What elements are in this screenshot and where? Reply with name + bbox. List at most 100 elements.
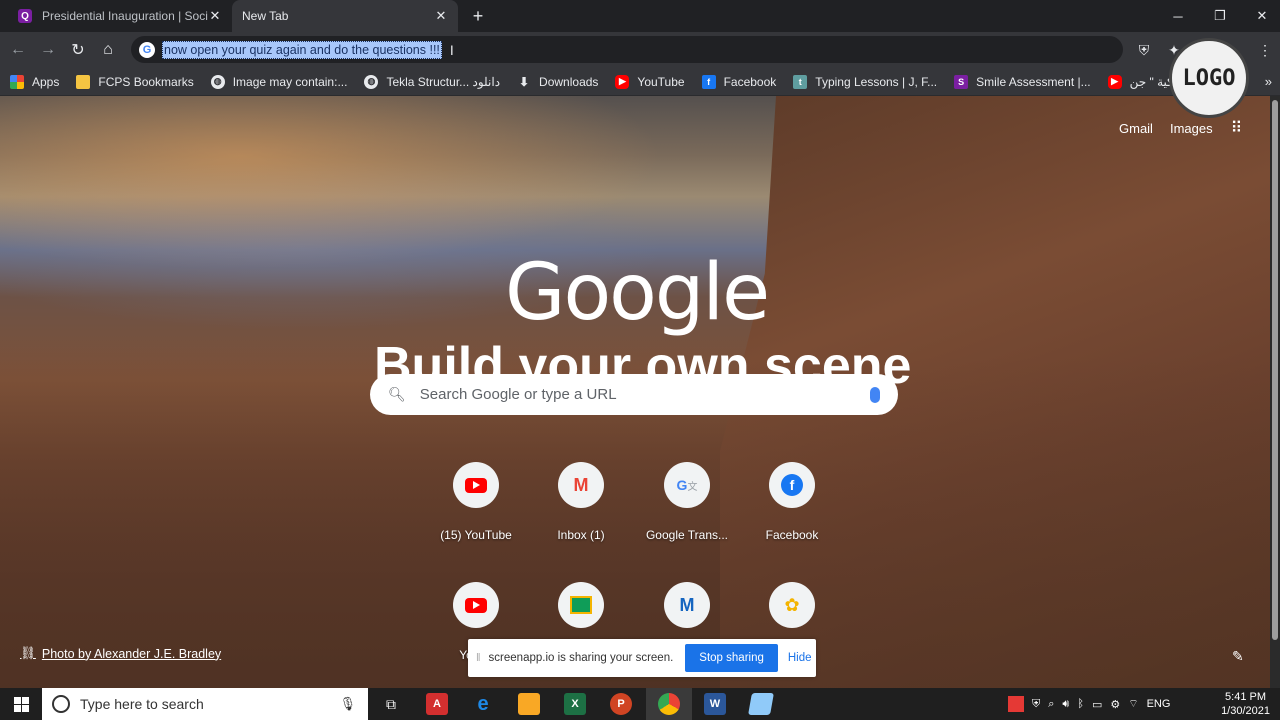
bookmark-label: Smile Assessment |... [976,74,1091,89]
bookmark-label: YouTube [637,74,685,89]
acrobat-icon[interactable]: A [414,688,460,720]
folder-icon [76,74,91,89]
social-favicon-icon: Q [18,9,32,23]
overlay-logo: LOGO [1169,38,1249,118]
forward-arrow-icon[interactable]: → [36,38,60,62]
youtube-icon: ▶ [1107,74,1122,89]
bookmark-label: Typing Lessons | J, F... [815,74,938,89]
top-links: Gmail Images ⠿ [1119,118,1242,138]
home-icon[interactable]: ⌂ [96,38,120,62]
shortcut-facebook[interactable]: f Facebook [736,460,848,560]
excel-icon[interactable]: X [552,688,598,720]
images-link[interactable]: Images [1170,121,1213,136]
close-window-icon[interactable]: ✕ [1240,0,1280,32]
bluetooth-icon[interactable]: ᛒ [1077,698,1084,710]
omnibox-selected-text[interactable]: now open your quiz again and do the ques… [162,40,442,59]
globe-icon: ◍ [210,74,225,89]
shortcut-label: Facebook [765,528,819,542]
new-tab-page: Gmail Images ⠿ Google Build your own sce… [0,96,1270,688]
bookmark-apps[interactable]: Apps [10,74,59,89]
tab-title: New Tab [242,9,289,23]
tab-new-tab[interactable]: New Tab ✕ [232,0,458,32]
taskbar-search[interactable]: Type here to search 🎙︎ [42,688,368,720]
restore-icon[interactable]: ❐ [1198,0,1242,32]
extension-shield-icon[interactable]: ⛨ [1134,40,1154,60]
facebook-icon: f [769,462,815,508]
close-tab-icon[interactable]: ✕ [434,8,448,24]
google-apps-grid-icon[interactable]: ⠿ [1231,118,1243,138]
reload-icon[interactable]: ↻ [66,38,90,62]
shortcut-google-translate[interactable]: G文 Google Trans... [631,460,743,560]
language-indicator[interactable]: ENG [1147,698,1171,710]
bookmarks-overflow-icon[interactable]: » [1265,74,1272,89]
bookmark-facebook[interactable]: f Facebook [701,74,776,89]
shortcut-label: Inbox (1) [557,528,605,542]
microphone-icon[interactable] [870,386,880,403]
search-tray-icon[interactable]: ⌕ [1048,698,1054,711]
notes-app-icon[interactable] [738,688,784,720]
hide-button[interactable]: Hide [788,652,812,664]
word-icon[interactable]: W [692,688,738,720]
back-arrow-icon[interactable]: ← [6,38,30,62]
bookmark-tekla[interactable]: ◍ Tekla Structur... دانلود [364,74,500,89]
bookmark-image-may-contain[interactable]: ◍ Image may contain:... [210,74,347,89]
menu-kebab-icon[interactable]: ⋮ [1255,40,1275,60]
internet-explorer-icon[interactable]: e [460,688,506,720]
link-icon: ⛓ [20,646,36,660]
google-translate-icon: G文 [664,462,710,508]
browser-toolbar: ← → ↻ ⌂ G now open your quiz again and d… [0,32,1280,68]
new-tab-plus-icon[interactable]: + [468,6,488,26]
clock[interactable]: 5:41 PM 1/30/2021 [1221,690,1270,718]
scrollbar-thumb[interactable] [1272,100,1278,640]
photo-credit-link[interactable]: ⛓ Photo by Alexander J.E. Bradley [20,646,221,661]
stop-sharing-button[interactable]: Stop sharing [685,644,778,672]
battery-icon[interactable]: ▭ [1092,698,1102,711]
microphone-icon[interactable]: 🎙︎ [339,696,356,712]
shortcut-label: (15) YouTube [440,528,512,542]
browser-window: Q Presidential Inauguration | Social ✕ N… [0,0,1280,720]
bookmark-label: Downloads [539,74,599,89]
search-input[interactable] [419,386,870,403]
shield-tray-icon[interactable]: ⛨ [1032,698,1040,711]
tray-app-icon[interactable] [1008,696,1024,712]
bookmark-typing-lessons[interactable]: t Typing Lessons | J, F... [793,74,938,89]
wifi-icon[interactable]: ⌔ [1128,697,1138,711]
settings-tray-icon[interactable]: ⚙ [1110,698,1120,711]
file-explorer-icon[interactable] [506,688,552,720]
chrome-icon[interactable] [646,688,692,720]
minimize-icon[interactable]: ─ [1156,0,1200,32]
search-box[interactable]: 🔍︎ [370,374,898,415]
volume-icon[interactable]: 🔊︎ [1062,698,1069,711]
bookmark-fcps[interactable]: FCPS Bookmarks [76,74,194,89]
m-logo-icon: M [664,582,710,628]
screen-sharing-bar: ‖ screenapp.io is sharing your screen. S… [468,639,816,677]
windows-taskbar: Type here to search 🎙︎ ⧉ A e X P W ⛨ ⌕ 🔊… [0,688,1280,720]
youtube-icon [453,462,499,508]
taskbar-search-placeholder: Type here to search [80,696,204,712]
tab-title: Presidential Inauguration | Social [42,9,208,23]
system-tray: ⛨ ⌕ 🔊︎ ᛒ ▭ ⚙ ⌔ ENG [1008,688,1170,720]
tab-strip: Q Presidential Inauguration | Social ✕ N… [0,0,1280,32]
bookmark-downloads[interactable]: ⬇ Downloads [517,75,598,89]
task-view-icon[interactable]: ⧉ [368,688,414,720]
cortana-circle-icon [52,695,70,713]
gmail-link[interactable]: Gmail [1119,121,1153,136]
powerpoint-icon[interactable]: P [598,688,644,720]
gmail-icon: M [558,462,604,508]
omnibox[interactable]: G now open your quiz again and do the qu… [131,36,1123,63]
bookmark-label: FCPS Bookmarks [98,74,194,89]
youtube-icon: ▶ [615,74,630,89]
bookmark-smile-assessment[interactable]: S Smile Assessment |... [954,74,1091,89]
windows-start-icon[interactable] [0,688,42,720]
facebook-icon: f [701,74,716,89]
text-cursor-icon: I [449,41,454,58]
bookmark-youtube[interactable]: ▶ YouTube [615,74,685,89]
shortcut-inbox[interactable]: M Inbox (1) [525,460,637,560]
puzzle-icon: ✿ [769,582,815,628]
customize-pencil-icon[interactable]: ✎ [1232,648,1244,665]
close-tab-icon[interactable]: ✕ [208,8,222,24]
page-scrollbar[interactable] [1270,96,1280,688]
tab-presidential-inauguration[interactable]: Q Presidential Inauguration | Social ✕ [8,0,232,32]
drag-handle-icon[interactable]: ‖ [476,652,481,664]
shortcut-youtube[interactable]: (15) YouTube [420,460,532,560]
